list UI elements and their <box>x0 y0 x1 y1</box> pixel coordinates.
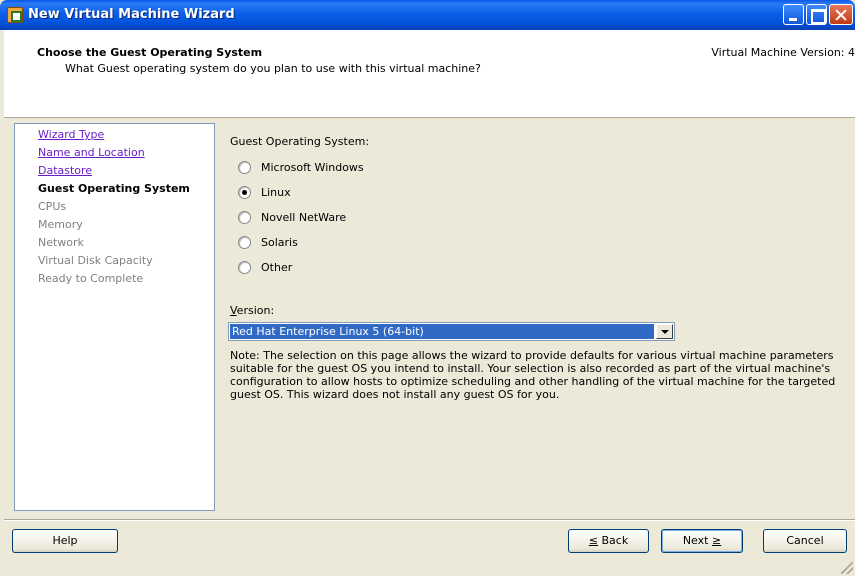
radio-button[interactable] <box>238 161 251 174</box>
back-button[interactable]: ≤ Back <box>568 529 649 553</box>
nav-item-virtual-disk-capacity: Virtual Disk Capacity <box>38 254 153 267</box>
nav-item-ready-to-complete: Ready to Complete <box>38 272 144 285</box>
os-option-label: Solaris <box>261 236 298 249</box>
os-option-label: Other <box>261 261 293 274</box>
vm-wizard-icon <box>7 7 23 23</box>
footer-divider <box>4 519 855 521</box>
resize-grip-icon[interactable] <box>841 562 853 574</box>
next-label: Next <box>682 534 712 547</box>
os-option-label: Linux <box>261 186 291 199</box>
wizard-steps-nav: Wizard Type Name and Location Datastore … <box>14 123 215 511</box>
nav-item-name-and-location[interactable]: Name and Location <box>38 146 145 159</box>
version-label: Version: <box>230 304 274 317</box>
page-title: Choose the Guest Operating System <box>37 46 263 59</box>
wizard-header: Choose the Guest Operating System What G… <box>4 30 855 118</box>
radio-button[interactable] <box>238 236 251 249</box>
next-button[interactable]: Next ≥ <box>661 529 743 553</box>
chevron-down-icon[interactable] <box>656 324 673 339</box>
main-panel: Guest Operating System: Microsoft Window… <box>216 123 855 511</box>
page-subtitle: What Guest operating system do you plan … <box>65 62 481 75</box>
nav-item-datastore[interactable]: Datastore <box>38 164 92 177</box>
nav-item-network: Network <box>38 236 84 249</box>
nav-item-cpus: CPUs <box>38 200 67 213</box>
nav-item-wizard-type[interactable]: Wizard Type <box>38 128 104 141</box>
os-option-label: Microsoft Windows <box>261 161 364 174</box>
title-bar: New Virtual Machine Wizard <box>0 0 855 30</box>
version-label-text: ersion: <box>236 304 275 317</box>
help-button[interactable]: Help <box>12 529 118 553</box>
nav-item-guest-os: Guest Operating System <box>38 182 190 195</box>
radio-button-selected[interactable] <box>238 186 251 199</box>
os-option-label: Novell NetWare <box>261 211 347 224</box>
window-title: New Virtual Machine Wizard <box>28 7 235 22</box>
version-selected-value: Red Hat Enterprise Linux 5 (64-bit) <box>230 324 654 339</box>
maximize-button[interactable] <box>806 4 827 25</box>
radio-button[interactable] <box>238 261 251 274</box>
radio-button[interactable] <box>238 211 251 224</box>
cancel-button[interactable]: Cancel <box>763 529 847 553</box>
next-accel: ≥ <box>711 534 722 547</box>
nav-item-memory: Memory <box>38 218 83 231</box>
minimize-button[interactable] <box>783 4 804 25</box>
vm-version-label: Virtual Machine Version: 4 <box>711 46 855 59</box>
info-note: Note: The selection on this page allows … <box>230 349 836 401</box>
version-label-accel: V <box>230 304 237 317</box>
close-button[interactable] <box>829 4 853 25</box>
guest-os-label: Guest Operating System: <box>230 135 370 148</box>
back-accel: ≤ <box>588 534 598 547</box>
back-label: Back <box>598 534 629 547</box>
version-dropdown[interactable]: Red Hat Enterprise Linux 5 (64-bit) <box>228 322 675 341</box>
